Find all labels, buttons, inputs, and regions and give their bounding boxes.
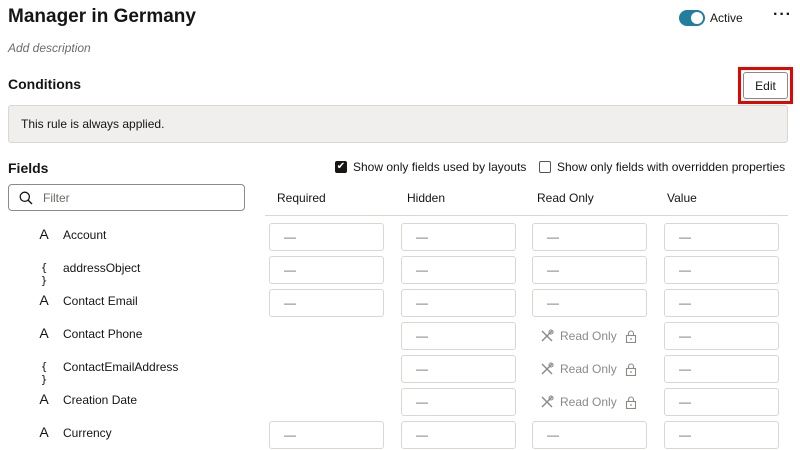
read-only-locked-cell: Read Only <box>532 322 647 350</box>
field-name: addressObject <box>63 261 141 275</box>
table-row: A Contact Phone — Read Only — <box>0 318 800 351</box>
hidden-cell[interactable]: — <box>401 256 516 284</box>
object-type-icon: { } <box>40 360 48 386</box>
object-type-icon: { } <box>40 261 48 287</box>
column-header-read-only: Read Only <box>537 191 594 205</box>
text-type-icon: A <box>39 325 49 341</box>
lock-icon <box>625 395 636 409</box>
table-row: { } addressObject — — — — <box>0 252 800 287</box>
tools-icon <box>541 362 554 375</box>
active-toggle[interactable] <box>679 10 705 26</box>
required-cell[interactable]: — <box>269 289 384 317</box>
text-type-icon: A <box>39 391 49 407</box>
field-name: Currency <box>63 426 112 440</box>
read-only-text: Read Only <box>560 362 617 376</box>
read-only-cell[interactable]: — <box>532 256 647 284</box>
show-overridden-checkbox[interactable]: Show only fields with overridden propert… <box>539 160 785 174</box>
read-only-locked-cell: Read Only <box>532 388 647 416</box>
field-name: Contact Email <box>63 294 138 308</box>
value-cell[interactable]: — <box>664 223 779 251</box>
column-header-hidden: Hidden <box>407 191 446 205</box>
filter-input[interactable] <box>43 190 223 205</box>
value-cell[interactable]: — <box>664 256 779 284</box>
read-only-cell[interactable]: — <box>532 289 647 317</box>
checkbox-unchecked-icon <box>539 161 551 173</box>
hidden-cell[interactable]: — <box>401 289 516 317</box>
text-type-icon: A <box>39 292 49 308</box>
read-only-cell[interactable]: — <box>532 421 647 449</box>
read-only-text: Read Only <box>560 329 617 343</box>
hidden-cell[interactable]: — <box>401 322 516 350</box>
more-horizontal-icon[interactable]: ··· <box>773 6 792 24</box>
value-cell[interactable]: — <box>664 355 779 383</box>
checkbox-label-layouts: Show only fields used by layouts <box>353 160 527 174</box>
search-icon <box>19 191 33 204</box>
text-type-icon: A <box>39 226 49 242</box>
required-cell[interactable]: — <box>269 256 384 284</box>
show-used-by-layouts-checkbox[interactable]: ✔ Show only fields used by layouts <box>335 160 526 174</box>
read-only-text: Read Only <box>560 395 617 409</box>
lock-icon <box>625 362 636 376</box>
table-row: A Contact Email — — — — <box>0 285 800 318</box>
tools-icon <box>541 395 554 408</box>
required-cell[interactable]: — <box>269 421 384 449</box>
table-row: { } ContactEmailAddress — Read Only — <box>0 351 800 386</box>
edit-button[interactable]: Edit <box>743 72 788 99</box>
checkbox-checked-icon: ✔ <box>335 161 347 173</box>
hidden-cell[interactable]: — <box>401 388 516 416</box>
lock-icon <box>625 329 636 343</box>
add-description-link[interactable]: Add description <box>8 41 91 55</box>
field-name: Account <box>63 228 107 242</box>
tools-icon <box>541 329 554 342</box>
text-type-icon: A <box>39 424 49 440</box>
table-row: A Currency — — — — <box>0 417 800 450</box>
table-row: A Creation Date — Read Only — <box>0 384 800 417</box>
required-cell[interactable]: — <box>269 223 384 251</box>
conditions-title: Conditions <box>8 76 82 92</box>
field-name: ContactEmailAddress <box>63 360 179 374</box>
field-name: Creation Date <box>63 393 138 407</box>
active-toggle-label: Active <box>710 11 743 25</box>
hidden-cell[interactable]: — <box>401 355 516 383</box>
value-cell[interactable]: — <box>664 322 779 350</box>
value-cell[interactable]: — <box>664 289 779 317</box>
hidden-cell[interactable]: — <box>401 223 516 251</box>
page-title: Manager in Germany <box>8 6 196 27</box>
read-only-cell[interactable]: — <box>532 223 647 251</box>
filter-field[interactable] <box>8 184 245 211</box>
column-header-value: Value <box>667 191 697 205</box>
read-only-locked-cell: Read Only <box>532 355 647 383</box>
column-header-required: Required <box>277 191 326 205</box>
fields-title: Fields <box>8 160 49 176</box>
value-cell[interactable]: — <box>664 388 779 416</box>
condition-notice: This rule is always applied. <box>8 105 788 143</box>
table-row: A Account — — — — <box>0 219 800 252</box>
toggle-knob <box>691 12 703 24</box>
hidden-cell[interactable]: — <box>401 421 516 449</box>
checkbox-label-overridden: Show only fields with overridden propert… <box>557 160 786 174</box>
field-name: Contact Phone <box>63 327 143 341</box>
value-cell[interactable]: — <box>664 421 779 449</box>
header-divider <box>265 215 788 216</box>
